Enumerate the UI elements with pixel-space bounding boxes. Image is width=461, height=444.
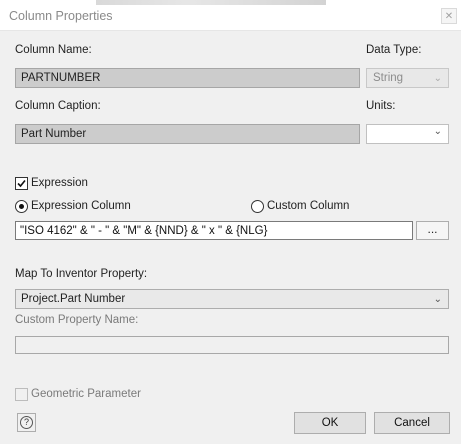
checkmark-icon <box>17 179 26 188</box>
expression-column-radio[interactable] <box>15 200 28 213</box>
units-select[interactable]: ⌄ <box>366 124 449 144</box>
expression-checkbox[interactable] <box>15 177 28 190</box>
column-name-field[interactable]: PARTNUMBER <box>15 68 360 88</box>
expression-checkbox-label: Expression <box>31 177 88 189</box>
custom-column-label: Custom Column <box>267 200 350 212</box>
geometric-parameter-checkbox <box>15 388 28 401</box>
cancel-button[interactable]: Cancel <box>374 412 450 434</box>
column-caption-label: Column Caption: <box>15 100 101 112</box>
window-title: Column Properties <box>9 9 113 23</box>
expression-column-label: Expression Column <box>31 200 131 212</box>
expression-input[interactable]: "ISO 4162" & " - " & "M" & {NND} & " x "… <box>15 221 413 240</box>
close-icon[interactable]: ✕ <box>441 8 457 24</box>
title-bar-artifact <box>96 0 326 5</box>
help-icon: ? <box>20 416 33 429</box>
map-property-select[interactable]: Project.Part Number ⌄ <box>15 289 449 309</box>
column-name-label: Column Name: <box>15 44 92 56</box>
custom-property-field <box>15 336 449 354</box>
data-type-select: String ⌄ <box>366 68 449 88</box>
radio-selected-dot <box>19 204 24 209</box>
ok-button[interactable]: OK <box>294 412 366 434</box>
help-button[interactable]: ? <box>17 413 36 432</box>
data-type-value: String <box>373 72 404 84</box>
expression-browse-button[interactable]: ... <box>416 221 449 240</box>
custom-property-label: Custom Property Name: <box>15 314 139 326</box>
map-property-label: Map To Inventor Property: <box>15 268 148 280</box>
chevron-down-icon: ⌄ <box>433 126 442 137</box>
chevron-down-icon: ⌄ <box>433 294 442 305</box>
custom-column-radio[interactable] <box>251 200 264 213</box>
data-type-label: Data Type: <box>366 44 422 56</box>
units-label: Units: <box>366 100 396 112</box>
chevron-down-icon: ⌄ <box>433 73 442 84</box>
column-caption-field[interactable]: Part Number <box>15 124 360 144</box>
map-property-value: Project.Part Number <box>21 293 126 305</box>
geometric-parameter-label: Geometric Parameter <box>31 388 141 400</box>
